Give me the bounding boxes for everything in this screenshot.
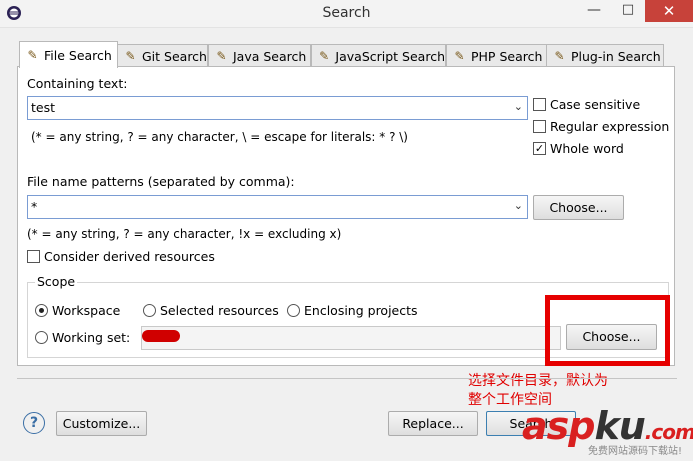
checkmark-icon[interactable]: ✓ xyxy=(533,142,546,155)
checkbox-box[interactable] xyxy=(533,120,546,133)
chevron-down-icon[interactable]: ⌄ xyxy=(514,100,523,113)
containing-text-hint: (* = any string, ? = any character, \ = … xyxy=(31,130,408,144)
tab-plugin-search[interactable]: ✎ Plug-in Search xyxy=(546,44,664,67)
scope-working-set-radio[interactable]: Working set: xyxy=(35,330,130,345)
tab-label: JavaScript Search xyxy=(335,48,445,64)
radio-label: Enclosing projects xyxy=(304,303,418,318)
file-patterns-choose-button[interactable]: Choose... xyxy=(533,195,624,220)
tab-label: File Search xyxy=(44,47,112,63)
tab-file-search[interactable]: ✎ File Search xyxy=(19,41,118,68)
redaction-mark xyxy=(142,330,180,342)
scope-label: Scope xyxy=(35,274,78,289)
radio-dot[interactable] xyxy=(143,304,156,317)
tab-git-search[interactable]: ✎ Git Search xyxy=(117,44,208,67)
scope-workspace-radio[interactable]: Workspace xyxy=(35,303,120,318)
java-icon: ✎ xyxy=(216,48,227,63)
radio-label: Working set: xyxy=(52,330,131,345)
checkbox-box[interactable] xyxy=(27,250,40,263)
checkbox-label: Consider derived resources xyxy=(44,249,215,264)
containing-text-combo[interactable]: test ⌄ xyxy=(27,96,528,120)
tab-label: Plug-in Search xyxy=(571,48,661,64)
plugin-icon: ✎ xyxy=(554,48,565,63)
radio-label: Workspace xyxy=(52,303,121,318)
working-set-field[interactable] xyxy=(141,326,561,350)
scope-enclosing-radio[interactable]: Enclosing projects xyxy=(287,303,418,318)
minimize-button[interactable]: — xyxy=(578,0,610,20)
tab-php-search[interactable]: ✎ PHP Search xyxy=(446,44,547,67)
chevron-down-icon[interactable]: ⌄ xyxy=(514,199,523,212)
help-icon[interactable]: ? xyxy=(23,412,45,434)
annotation-line-1: 选择文件目录，默认为 xyxy=(468,373,608,389)
whole-word-checkbox[interactable]: ✓ Whole word xyxy=(533,141,624,156)
regular-expression-checkbox[interactable]: Regular expression xyxy=(533,119,669,134)
scope-selected-radio[interactable]: Selected resources xyxy=(143,303,279,318)
highlight-box xyxy=(545,295,670,366)
radio-dot[interactable] xyxy=(35,304,48,317)
containing-text-label: Containing text: xyxy=(27,76,128,91)
checkbox-box[interactable] xyxy=(533,98,546,111)
tab-label: Git Search xyxy=(142,48,207,64)
tab-label: PHP Search xyxy=(471,48,543,64)
flashlight-icon: ✎ xyxy=(27,47,38,62)
case-sensitive-checkbox[interactable]: Case sensitive xyxy=(533,97,640,112)
checkbox-label: Regular expression xyxy=(550,119,670,134)
file-patterns-value: * xyxy=(31,199,38,214)
consider-derived-checkbox[interactable]: Consider derived resources xyxy=(27,249,215,264)
tab-java-search[interactable]: ✎ Java Search xyxy=(208,44,311,67)
close-button[interactable]: ✕ xyxy=(645,0,693,22)
radio-label: Selected resources xyxy=(160,303,279,318)
watermark-part: .com xyxy=(644,420,693,444)
maximize-button[interactable]: □ xyxy=(612,0,644,20)
git-icon: ✎ xyxy=(125,48,136,63)
tab-javascript-search[interactable]: ✎ JavaScript Search xyxy=(311,44,446,67)
php-icon: ✎ xyxy=(454,48,465,63)
watermark-subtitle: 免费网站源码下载站! xyxy=(588,446,683,457)
containing-text-value: test xyxy=(31,100,56,115)
tab-label: Java Search xyxy=(233,48,307,64)
customize-button[interactable]: Customize... xyxy=(56,411,147,436)
file-patterns-hint: (* = any string, ? = any character, !x =… xyxy=(27,227,342,241)
watermark-part: asp xyxy=(522,404,595,448)
separator xyxy=(17,378,677,379)
file-patterns-label: File name patterns (separated by comma): xyxy=(27,174,295,189)
file-patterns-combo[interactable]: * ⌄ xyxy=(27,195,528,219)
checkbox-label: Case sensitive xyxy=(550,97,641,112)
radio-dot[interactable] xyxy=(35,331,48,344)
checkbox-label: Whole word xyxy=(550,141,624,156)
javascript-icon: ✎ xyxy=(319,48,330,63)
replace-button[interactable]: Replace... xyxy=(388,411,478,436)
radio-dot[interactable] xyxy=(287,304,300,317)
